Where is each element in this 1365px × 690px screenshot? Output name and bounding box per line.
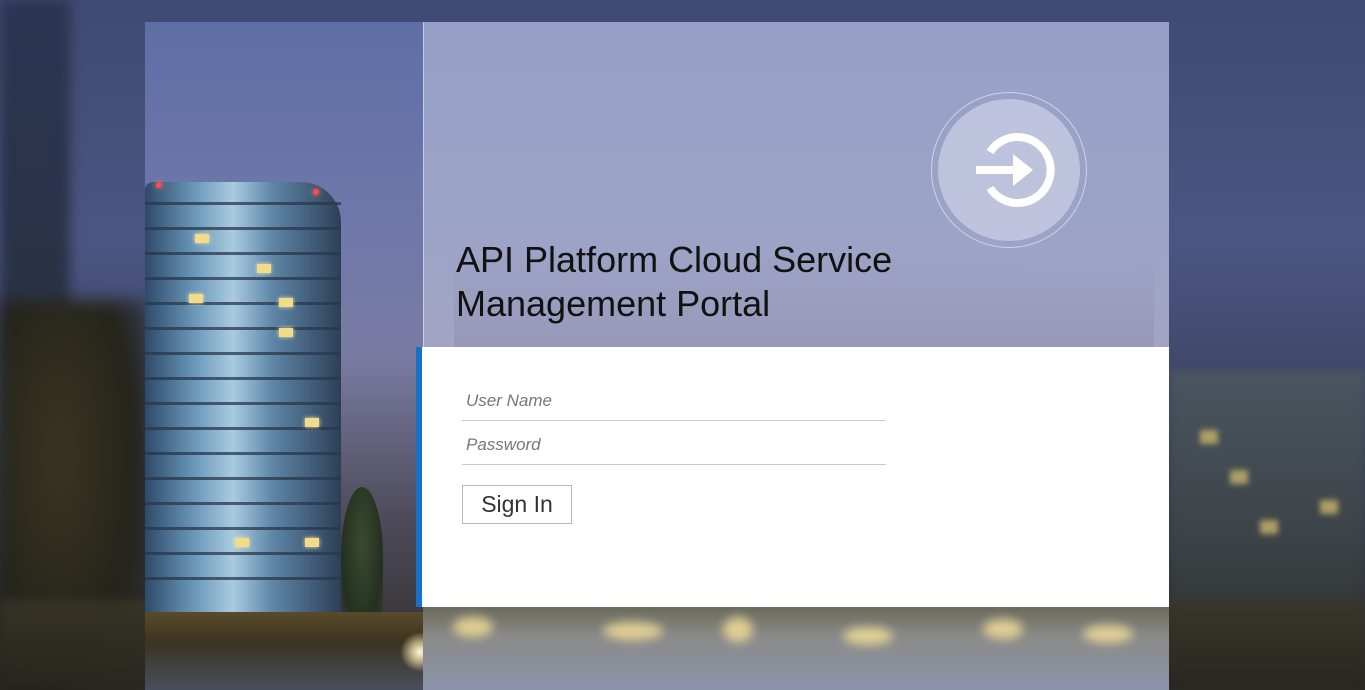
sign-in-arrow-icon — [931, 92, 1087, 248]
page-title: API Platform Cloud Service Management Po… — [456, 238, 976, 326]
login-card: API Platform Cloud Service Management Po… — [145, 22, 1169, 690]
glass-tower — [145, 182, 341, 612]
background-window-light — [1230, 470, 1248, 484]
background-window-light — [1260, 520, 1278, 534]
footer-photo-strip — [423, 607, 1169, 690]
tower-beacon — [156, 182, 162, 188]
background-window-light — [1320, 500, 1338, 514]
header-panel: API Platform Cloud Service Management Po… — [423, 22, 1169, 347]
background-window-light — [1200, 430, 1218, 444]
password-input[interactable] — [462, 425, 886, 465]
tree — [341, 487, 383, 627]
sign-in-button[interactable]: Sign In — [462, 485, 572, 524]
page-title-line2: Management Portal — [456, 283, 771, 324]
login-page: API Platform Cloud Service Management Po… — [0, 0, 1365, 690]
plaza — [145, 612, 423, 690]
tower-beacon — [313, 189, 319, 195]
oracle-towers-photo — [145, 22, 423, 690]
page-title-line1: API Platform Cloud Service — [456, 239, 893, 280]
login-form: Sign In — [416, 347, 1169, 607]
username-input[interactable] — [462, 381, 886, 421]
